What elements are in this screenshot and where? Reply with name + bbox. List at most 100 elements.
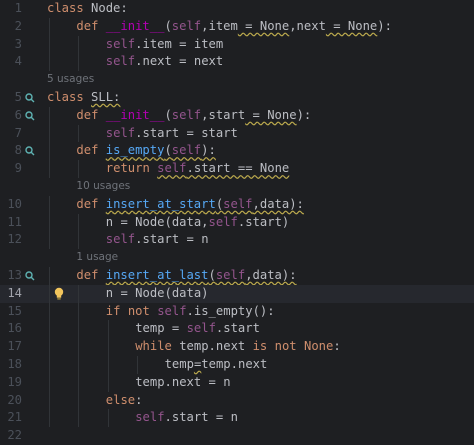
code-token: __init__ — [105, 107, 165, 122]
code-token: self — [171, 107, 202, 122]
line-number: 5 — [14, 89, 22, 104]
code-line[interactable]: 5 class SLL: — [0, 89, 474, 107]
code-line[interactable]: 20 else: — [0, 391, 474, 410]
indent-guide — [49, 338, 50, 356]
code-token: temp = — [135, 321, 187, 336]
indent-guide — [78, 373, 80, 392]
code-token: not — [274, 339, 297, 354]
indent-guide — [137, 355, 139, 374]
code-token: ( — [164, 18, 172, 33]
code-token: ,data): — [252, 196, 304, 211]
code-line[interactable]: 13 def insert_at_last(self,data): — [0, 266, 474, 285]
code-token: ,item — [201, 18, 238, 33]
line-number: 13 — [7, 267, 22, 282]
code-token: is — [252, 339, 268, 354]
code-line[interactable]: 7 self.start = start — [0, 124, 474, 143]
code-token: temp.next — [201, 356, 268, 371]
indent-guide — [49, 231, 50, 250]
implementation-marker-icon[interactable] — [25, 146, 35, 156]
line-number: 12 — [7, 232, 22, 247]
line-number: 7 — [14, 125, 22, 140]
indent-guide — [78, 160, 80, 178]
code-token: ( — [164, 143, 172, 158]
code-token: class — [47, 1, 84, 15]
usage-hint[interactable]: 5 usages — [47, 71, 94, 89]
indent-guide — [78, 124, 80, 143]
code-token: ,data): — [245, 267, 297, 282]
code-line[interactable]: 2 def __init__(self,item = None,next = No… — [0, 17, 474, 36]
code-line[interactable]: 11 n = Node(data,self.start) — [0, 213, 474, 232]
code-line[interactable]: 10 def insert_at_start(self,data): — [0, 195, 474, 214]
code-line[interactable]: 6 def __init__(self,start = None): — [0, 106, 474, 125]
code-line[interactable]: 16 temp = self.start — [0, 320, 474, 339]
code-line[interactable]: 21 self.start = n — [0, 409, 474, 428]
indent-guide — [49, 302, 50, 321]
indent-guide — [49, 160, 50, 178]
indent-guide — [49, 213, 50, 232]
code-token: def — [76, 143, 99, 158]
usage-hint-line[interactable]: 1 usage — [0, 249, 474, 267]
indent-guide — [107, 320, 109, 339]
line-number: 22 — [7, 428, 22, 443]
code-token: insert_at_start — [105, 196, 216, 211]
usage-hint[interactable]: 1 usage — [76, 249, 118, 267]
code-line[interactable]: 1 class Node: — [0, 0, 474, 18]
code-line[interactable]: 22 — [0, 427, 474, 445]
usage-hint[interactable]: 10 usages — [76, 178, 130, 196]
code-token: class — [47, 89, 84, 104]
code-token: .next = next — [135, 54, 224, 69]
line-number: 10 — [7, 196, 22, 211]
implementation-marker-icon[interactable] — [25, 93, 35, 103]
implementation-marker-icon[interactable] — [25, 111, 35, 121]
code-token: self — [186, 321, 216, 336]
code-token: self — [208, 214, 238, 229]
indent-guide — [78, 302, 80, 321]
code-token: SLL: — [91, 89, 121, 104]
code-token: .start — [215, 321, 260, 336]
code-line[interactable]: 4 self.next = next — [0, 53, 474, 72]
indent-guide — [49, 391, 50, 410]
code-line[interactable]: 18 temp=temp.next — [0, 355, 474, 374]
usage-hint-line[interactable]: 5 usages — [0, 71, 474, 89]
indent-guide — [78, 355, 80, 374]
line-number: 9 — [14, 161, 22, 176]
code-token: n = Node(data) — [105, 285, 209, 300]
code-token: .is_empty(): — [186, 303, 275, 318]
indent-guide — [49, 409, 50, 428]
code-text: temp.next = n — [135, 374, 230, 392]
code-token: insert_at_last — [105, 267, 209, 282]
code-editor[interactable]: 1 class Node: 2 def __init__(self,item = No… — [0, 0, 474, 443]
code-token: : — [333, 339, 341, 354]
code-line[interactable]: 15 if not self.is_empty(): — [0, 302, 474, 321]
code-line[interactable]: 12 self.start = n — [0, 231, 474, 250]
indent-guide — [107, 355, 109, 374]
code-token: .start = n — [164, 410, 238, 425]
code-token: self — [171, 143, 202, 158]
indent-guide — [78, 409, 80, 428]
code-text: return self.start == None — [106, 160, 289, 178]
code-token: self — [105, 36, 136, 51]
code-line[interactable]: 17 while temp.next is not None: — [0, 338, 474, 356]
intention-bulb-icon[interactable] — [53, 287, 65, 301]
code-token: temp.next — [171, 339, 253, 354]
code-text: self.next = next — [106, 53, 223, 71]
code-line[interactable]: 9 return self.start == None — [0, 160, 474, 178]
code-token: .start == None — [186, 161, 290, 176]
indent-guide — [49, 355, 50, 374]
indent-guide — [49, 284, 50, 303]
code-line[interactable]: 3 self.item = item — [0, 35, 474, 54]
usage-hint-line[interactable]: 10 usages — [0, 178, 474, 196]
implementation-marker-icon[interactable] — [25, 271, 35, 281]
code-token: def — [76, 18, 99, 33]
code-line[interactable]: 14 n = Node(data) — [0, 284, 474, 303]
code-token: def — [76, 107, 99, 122]
code-token: __init__ — [105, 18, 165, 33]
code-line[interactable]: 8 def is_empty(self): — [0, 142, 474, 161]
code-line[interactable]: 19 temp.next = n — [0, 373, 474, 392]
code-text: while temp.next is not None: — [135, 338, 341, 356]
code-text: temp = self.start — [135, 320, 260, 338]
